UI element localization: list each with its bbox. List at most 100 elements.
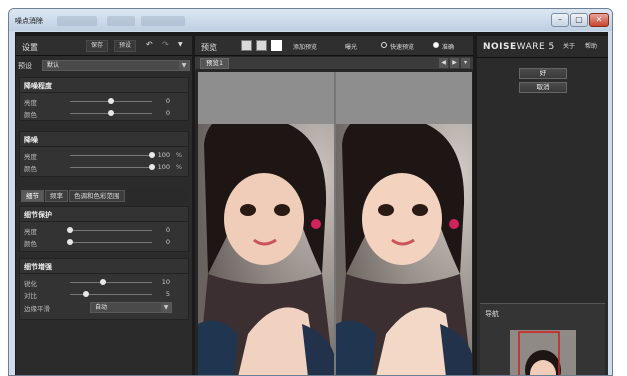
slider-row[interactable]: 颜色 0 — [24, 237, 186, 248]
navigator-title: 导航 — [485, 310, 499, 318]
preview-before-pane[interactable] — [198, 72, 334, 375]
slider-label: 颜色 — [24, 111, 37, 119]
slider-value: 0 — [165, 226, 170, 234]
detail-enhancement-group: 细节增强 锐化 10 对比 5 边缘平滑 自动 ▼ — [19, 258, 189, 320]
slider-track[interactable] — [70, 242, 152, 243]
detail-protection-group: 细节保护 亮度 0 颜色 0 — [19, 206, 189, 252]
slider-row[interactable]: 亮度 100 % — [24, 150, 186, 161]
title-blur-segment — [57, 16, 97, 26]
save-button[interactable]: 保存 — [86, 40, 109, 52]
slider-track[interactable] — [70, 294, 152, 295]
tab-detail[interactable]: 细节 — [21, 190, 44, 202]
detail-tabs: 细节 频率 色调和色彩范围 — [19, 190, 189, 202]
edge-smoothing-value: 自动 — [95, 304, 108, 311]
slider-unit: % — [175, 163, 182, 171]
ok-button[interactable]: 好 — [519, 68, 567, 79]
divider — [20, 92, 188, 93]
slider-label: 亮度 — [24, 228, 37, 236]
slider-track[interactable] — [70, 230, 152, 231]
slider-row[interactable]: 锐化 10 — [24, 277, 186, 288]
group-title: 细节保护 — [24, 211, 52, 219]
divider — [20, 146, 188, 147]
divider — [20, 273, 188, 274]
tab-preview-1[interactable]: 预览1 — [200, 58, 230, 69]
slider-handle[interactable] — [108, 110, 114, 116]
slider-track[interactable] — [70, 167, 152, 168]
slider-handle[interactable] — [149, 152, 155, 158]
accurate-radio[interactable] — [433, 42, 439, 48]
slider-value: 100 — [157, 163, 170, 171]
edge-smoothing-row: 边缘平滑 自动 ▼ — [24, 302, 186, 313]
noise-level-group: 降噪程度 亮度 0 颜色 0 — [19, 77, 189, 121]
preset-select[interactable]: 默认 ▼ — [42, 60, 190, 71]
preview-area[interactable] — [198, 72, 472, 375]
single-view-icon[interactable] — [241, 40, 252, 51]
settings-header: 设置 保存 预设 ↶ ↷ ▼ — [16, 36, 192, 56]
close-button[interactable]: ✕ — [589, 13, 609, 27]
group-title: 细节增强 — [24, 263, 52, 271]
slider-track[interactable] — [70, 282, 152, 283]
noiseware-logo: NOISEWARE 5 — [483, 42, 555, 52]
slider-value: 100 — [157, 151, 170, 159]
navigator-panel: 导航 — [480, 303, 605, 375]
split-horizontal-icon[interactable] — [256, 40, 267, 51]
preview-title: 预览 — [201, 43, 217, 52]
slider-handle[interactable] — [67, 239, 73, 245]
redo-icon[interactable]: ↷ — [158, 40, 173, 52]
tab-tone-color-range[interactable]: 色调和色彩范围 — [69, 190, 125, 202]
help-button[interactable]: 帮助 — [581, 42, 601, 54]
edge-smoothing-select[interactable]: 自动 ▼ — [90, 302, 172, 313]
preset-button[interactable]: 预设 — [114, 40, 137, 52]
navigator-thumbnail[interactable] — [510, 330, 576, 375]
slider-row[interactable]: 亮度 0 — [24, 225, 186, 236]
slider-row[interactable]: 对比 5 — [24, 289, 186, 300]
chevron-down-icon: ▼ — [179, 61, 189, 70]
accurate-label: 准确 — [442, 44, 455, 51]
tab-frequency[interactable]: 频率 — [45, 190, 68, 202]
settings-title: 设置 — [22, 43, 38, 52]
app-body: 设置 保存 预设 ↶ ↷ ▼ 预设 默认 ▼ 降噪程度 亮度 0 颜色 0 降噪… — [15, 32, 608, 375]
panel-menu-icon[interactable]: ▼ — [174, 40, 187, 52]
preview-after-pane[interactable] — [336, 72, 472, 375]
slider-label: 对比 — [24, 292, 37, 300]
about-button[interactable]: 关于 — [559, 42, 579, 54]
preview-tabs-bar: 预览1 ◀ ▶ ▾ — [195, 57, 473, 69]
cancel-button[interactable]: 取消 — [519, 82, 567, 93]
group-title: 降噪 — [24, 136, 38, 144]
logo-bold: NOISE — [483, 42, 517, 52]
window-title: 噪点消除 — [15, 17, 43, 25]
minimize-button[interactable]: – — [551, 13, 569, 27]
fast-preview-label: 快速预览 — [390, 44, 415, 51]
preview-photo-before — [198, 124, 334, 375]
slider-handle[interactable] — [99, 279, 106, 285]
slider-value: 10 — [161, 278, 170, 286]
previous-tab-icon[interactable]: ◀ — [439, 58, 448, 68]
slider-track[interactable] — [70, 155, 152, 156]
maximize-button[interactable]: ▢ — [570, 13, 588, 27]
tab-menu-icon[interactable]: ▾ — [461, 58, 470, 68]
undo-icon[interactable]: ↶ — [142, 40, 157, 52]
slider-handle[interactable] — [67, 227, 73, 233]
exposure-button[interactable]: 曝光 — [345, 42, 357, 51]
fast-preview-radio[interactable] — [381, 42, 387, 48]
slider-handle[interactable] — [83, 291, 90, 297]
group-title: 降噪程度 — [24, 82, 52, 90]
slider-value: 0 — [165, 97, 170, 105]
slider-handle[interactable] — [108, 98, 114, 104]
preset-row: 预设 默认 ▼ — [16, 59, 192, 72]
add-preview-button[interactable]: 添加预览 — [293, 42, 317, 51]
title-bar[interactable]: 噪点消除 – ▢ ✕ — [9, 9, 612, 31]
slider-row[interactable]: 亮度 0 — [24, 96, 186, 107]
slider-handle[interactable] — [149, 164, 155, 170]
logo-rest: WARE 5 — [516, 42, 555, 52]
split-vertical-icon[interactable] — [271, 40, 282, 51]
slider-label: 亮度 — [24, 99, 37, 107]
slider-unit: % — [175, 151, 182, 159]
preview-panel: 预览 添加预览 曝光 快速预览 准确 预览1 ◀ ▶ ▾ — [195, 36, 473, 375]
slider-label: 颜色 — [24, 165, 37, 173]
noise-reduction-group: 降噪 亮度 100 % 颜色 100 % — [19, 131, 189, 177]
slider-label: 颜色 — [24, 240, 37, 248]
next-tab-icon[interactable]: ▶ — [450, 58, 459, 68]
slider-row[interactable]: 颜色 100 % — [24, 162, 186, 173]
slider-row[interactable]: 颜色 0 — [24, 108, 186, 119]
